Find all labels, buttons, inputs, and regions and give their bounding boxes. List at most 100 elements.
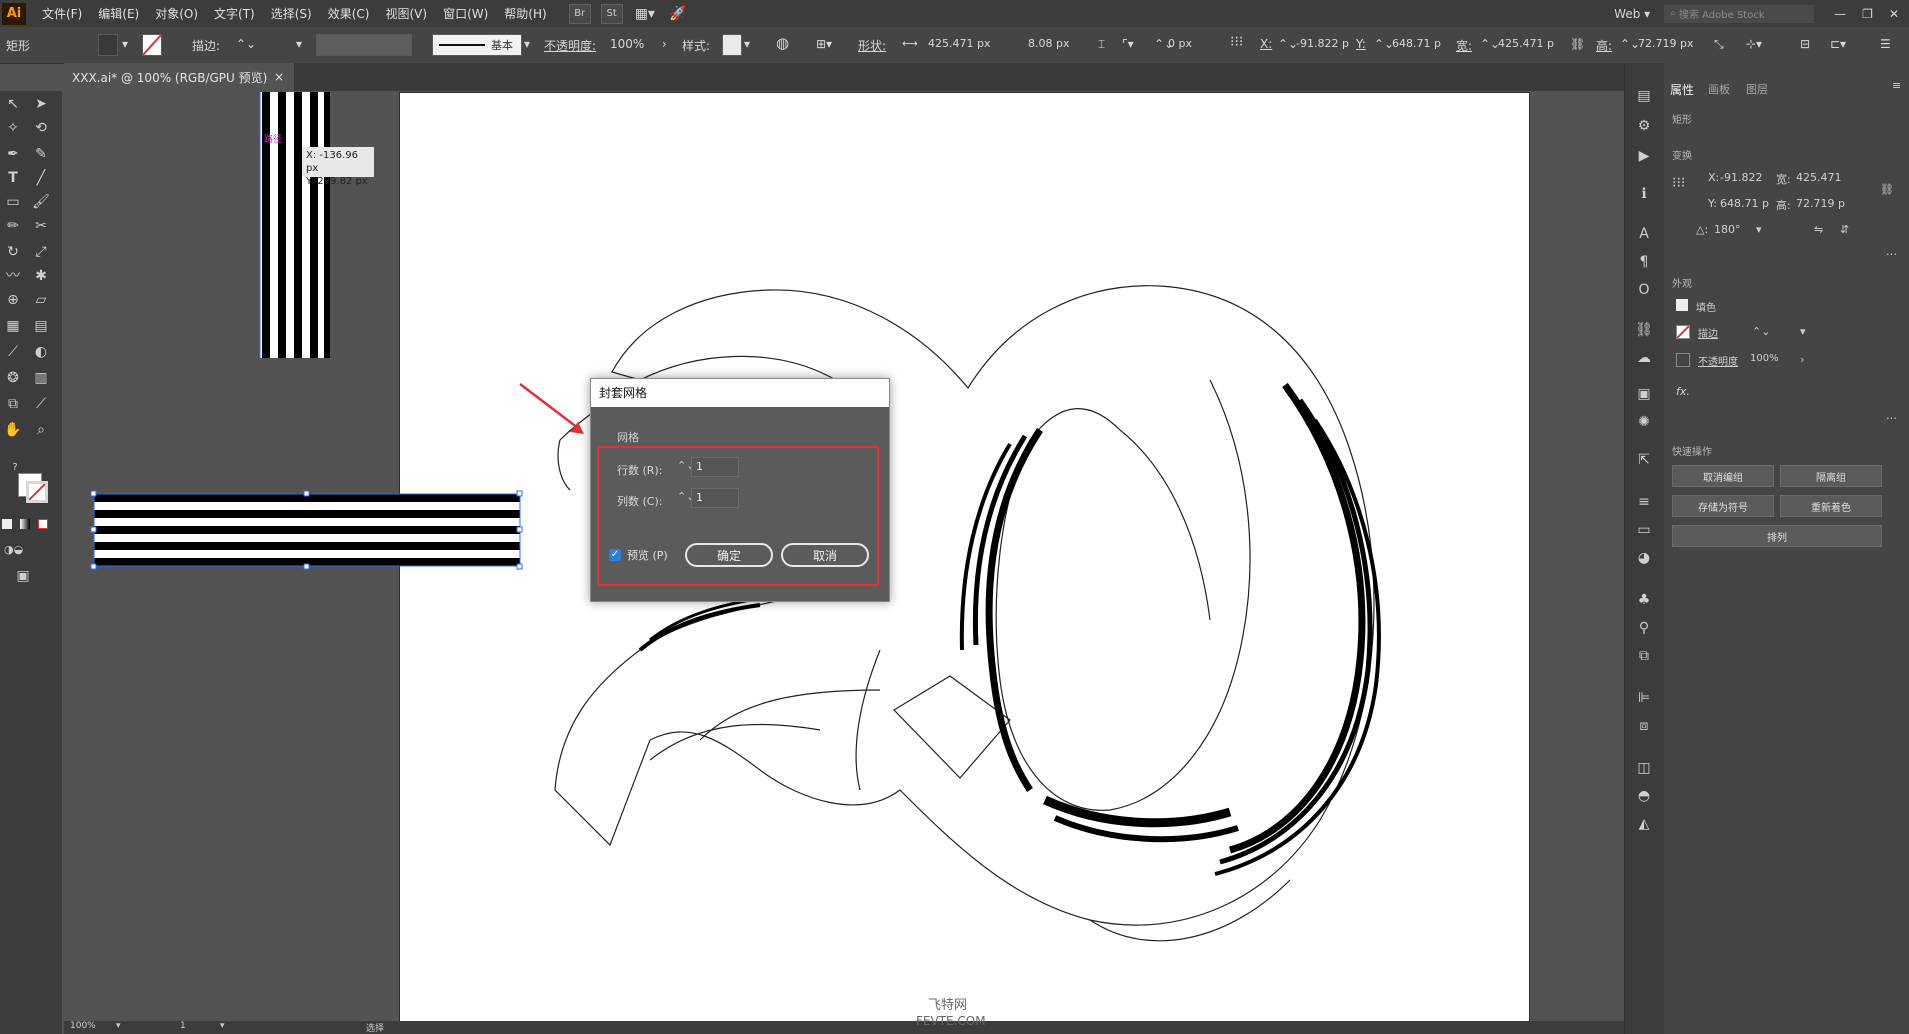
draw-mode-icon[interactable]: ◑◒	[4, 541, 23, 559]
panel-x-field[interactable]: -91.822	[1720, 171, 1762, 184]
w-field[interactable]: 425.471 p	[1498, 37, 1554, 50]
panel-h-field[interactable]: 72.719 p	[1796, 197, 1845, 210]
menu-object[interactable]: 对象(O)	[155, 5, 198, 22]
artboards-icon[interactable]: ▤	[1635, 87, 1653, 105]
menu-file[interactable]: 文件(F)	[42, 5, 82, 22]
chevron-down-icon[interactable]: ▾	[744, 37, 750, 51]
shape-label[interactable]: 形状:	[858, 37, 886, 54]
paragraph-icon[interactable]: ¶	[1635, 253, 1653, 271]
direct-selection-tool-icon[interactable]: ➤	[32, 95, 50, 113]
menu-help[interactable]: 帮助(H)	[504, 5, 546, 22]
shape-builder-tool-icon[interactable]: ⊕	[4, 291, 22, 309]
stroke-swatch[interactable]	[142, 34, 162, 56]
mesh-tool-icon[interactable]: ▦	[4, 317, 22, 335]
arrange-documents-icon[interactable]: ▦▾	[635, 6, 655, 22]
opacity-label[interactable]: 不透明度:	[544, 37, 596, 54]
panel-y-field[interactable]: 648.71 p	[1720, 197, 1769, 210]
workspace-switcher[interactable]: Web ▾	[1614, 7, 1650, 21]
rows-input[interactable]: 1	[691, 457, 739, 477]
cancel-button[interactable]: 取消	[781, 543, 869, 567]
reference-point-icon[interactable]: ⁝⁝⁝	[1672, 175, 1685, 191]
appearance-icon[interactable]: ◓	[1635, 787, 1653, 805]
column-graph-tool-icon[interactable]: ▥	[32, 369, 50, 387]
flip-horizontal-icon[interactable]: ⇋	[1814, 223, 1823, 236]
ungroup-button[interactable]: 取消编组	[1672, 465, 1774, 487]
menu-select[interactable]: 选择(S)	[271, 5, 312, 22]
chevron-right-icon[interactable]: ›	[1800, 353, 1804, 366]
bridge-button[interactable]: Br	[568, 3, 591, 24]
transparency-icon[interactable]: ◕	[1635, 549, 1653, 567]
status-mode[interactable]: 选择	[366, 1021, 384, 1034]
brush-definition[interactable]: 基本	[432, 34, 522, 56]
pen-tool-icon[interactable]: ✒	[4, 145, 22, 163]
slice-tool-icon[interactable]: ⟋	[32, 395, 50, 413]
character-icon[interactable]: A	[1635, 225, 1653, 243]
align-icon[interactable]: ⊞▾	[816, 37, 832, 51]
arrange-icon[interactable]: ⊟	[1800, 37, 1810, 51]
menu-window[interactable]: 窗口(W)	[443, 5, 488, 22]
restore-icon[interactable]: ❐	[1862, 7, 1873, 21]
artboard-navigator[interactable]: 1	[180, 1021, 186, 1031]
layers-icon[interactable]: ◫	[1635, 759, 1653, 777]
reference-point-icon[interactable]: ⁝⁝⁝	[1230, 34, 1243, 50]
blend-tool-icon[interactable]: ◐	[32, 343, 50, 361]
ok-button[interactable]: 确定	[685, 543, 773, 567]
corner-radius-field[interactable]: 0 px	[1168, 37, 1192, 50]
menu-view[interactable]: 视图(V)	[385, 5, 427, 22]
chevron-down-icon[interactable]: ▾	[524, 37, 530, 51]
stroke-color-swatch[interactable]	[26, 481, 48, 503]
save-as-symbol-button[interactable]: 存储为符号	[1672, 495, 1774, 517]
panel-fill-swatch[interactable]	[1676, 299, 1688, 311]
panel-menu-icon[interactable]: ≡	[1892, 79, 1901, 92]
flip-vertical-icon[interactable]: ⇵	[1840, 223, 1849, 236]
hand-tool-icon[interactable]: ✋	[4, 421, 22, 439]
panel-stroke-label[interactable]: 描边	[1698, 325, 1718, 340]
shape-width-field[interactable]: 425.471 px	[928, 37, 990, 50]
recolor-icon[interactable]: ◍	[776, 34, 789, 52]
x-field[interactable]: -91.822 p	[1296, 37, 1349, 50]
image-trace-icon[interactable]: ▣	[1635, 385, 1653, 403]
fill-swatch[interactable]	[98, 34, 118, 56]
h-field[interactable]: 72.719 px	[1638, 37, 1693, 50]
eyedropper-tool-icon[interactable]: ⟋	[4, 343, 22, 361]
rotate-tool-icon[interactable]: ↻	[4, 243, 22, 261]
chevron-down-icon[interactable]: ▾	[122, 37, 128, 51]
graphic-styles-icon[interactable]: ⧉	[1635, 647, 1653, 665]
actions-icon[interactable]: ▶	[1635, 147, 1653, 165]
symbols-icon[interactable]: ♣	[1635, 591, 1653, 609]
chevron-down-icon[interactable]: ▾	[296, 37, 302, 51]
pathfinder-icon[interactable]: ⧈	[1635, 717, 1653, 735]
stroke-weight-stepper[interactable]: ⌃⌄	[1752, 325, 1770, 338]
stroke-weight-stepper[interactable]: ⌃⌄	[236, 37, 256, 51]
preview-checkbox[interactable]: ✓	[609, 549, 621, 561]
panel-w-field[interactable]: 425.471	[1796, 171, 1842, 184]
pencil-tool-icon[interactable]: ✏	[4, 217, 22, 235]
document-tab[interactable]: XXX.ai* @ 100% (RGB/GPU 预览) ×	[64, 63, 294, 91]
close-window-icon[interactable]: ✕	[1889, 7, 1899, 21]
constrain-proportions-icon[interactable]: ⛓	[1880, 183, 1894, 196]
link-icon[interactable]: ⌶	[1098, 37, 1105, 52]
minimize-icon[interactable]: —	[1834, 7, 1846, 21]
magic-wand-tool-icon[interactable]: ✧	[4, 119, 22, 137]
shape-height-field[interactable]: 8.08 px	[1028, 37, 1069, 50]
more-options-icon[interactable]: …	[1886, 245, 1897, 258]
gradient-panel-icon[interactable]: ▭	[1635, 521, 1653, 539]
align-panel-icon[interactable]: ⊫	[1635, 689, 1653, 707]
selection-tool-icon[interactable]: ↖	[4, 95, 22, 113]
chevron-down-icon[interactable]: ▾	[1756, 223, 1762, 236]
chevron-down-icon[interactable]: ▾	[1800, 325, 1806, 338]
scale-tool-icon[interactable]: ⤢	[32, 243, 50, 261]
symbol-sprayer-tool-icon[interactable]: ❂	[4, 369, 22, 387]
artboard[interactable]	[399, 92, 1530, 1023]
gradient-tool-icon[interactable]: ▤	[32, 317, 50, 335]
paintbrush-tool-icon[interactable]: 🖌	[32, 193, 50, 211]
tab-layers[interactable]: 图层	[1746, 81, 1768, 97]
screen-mode-icon[interactable]: ▣	[14, 567, 32, 585]
perspective-grid-tool-icon[interactable]: ▱	[32, 291, 50, 309]
scissors-tool-icon[interactable]: ✂	[32, 217, 50, 235]
brushes-icon[interactable]: ⚲	[1635, 619, 1653, 637]
type-tool-icon[interactable]: T	[4, 169, 22, 187]
panel-angle-field[interactable]: 180°	[1714, 223, 1741, 236]
opacity-value[interactable]: 100%	[610, 37, 644, 51]
tab-artboards[interactable]: 画板	[1708, 81, 1730, 97]
